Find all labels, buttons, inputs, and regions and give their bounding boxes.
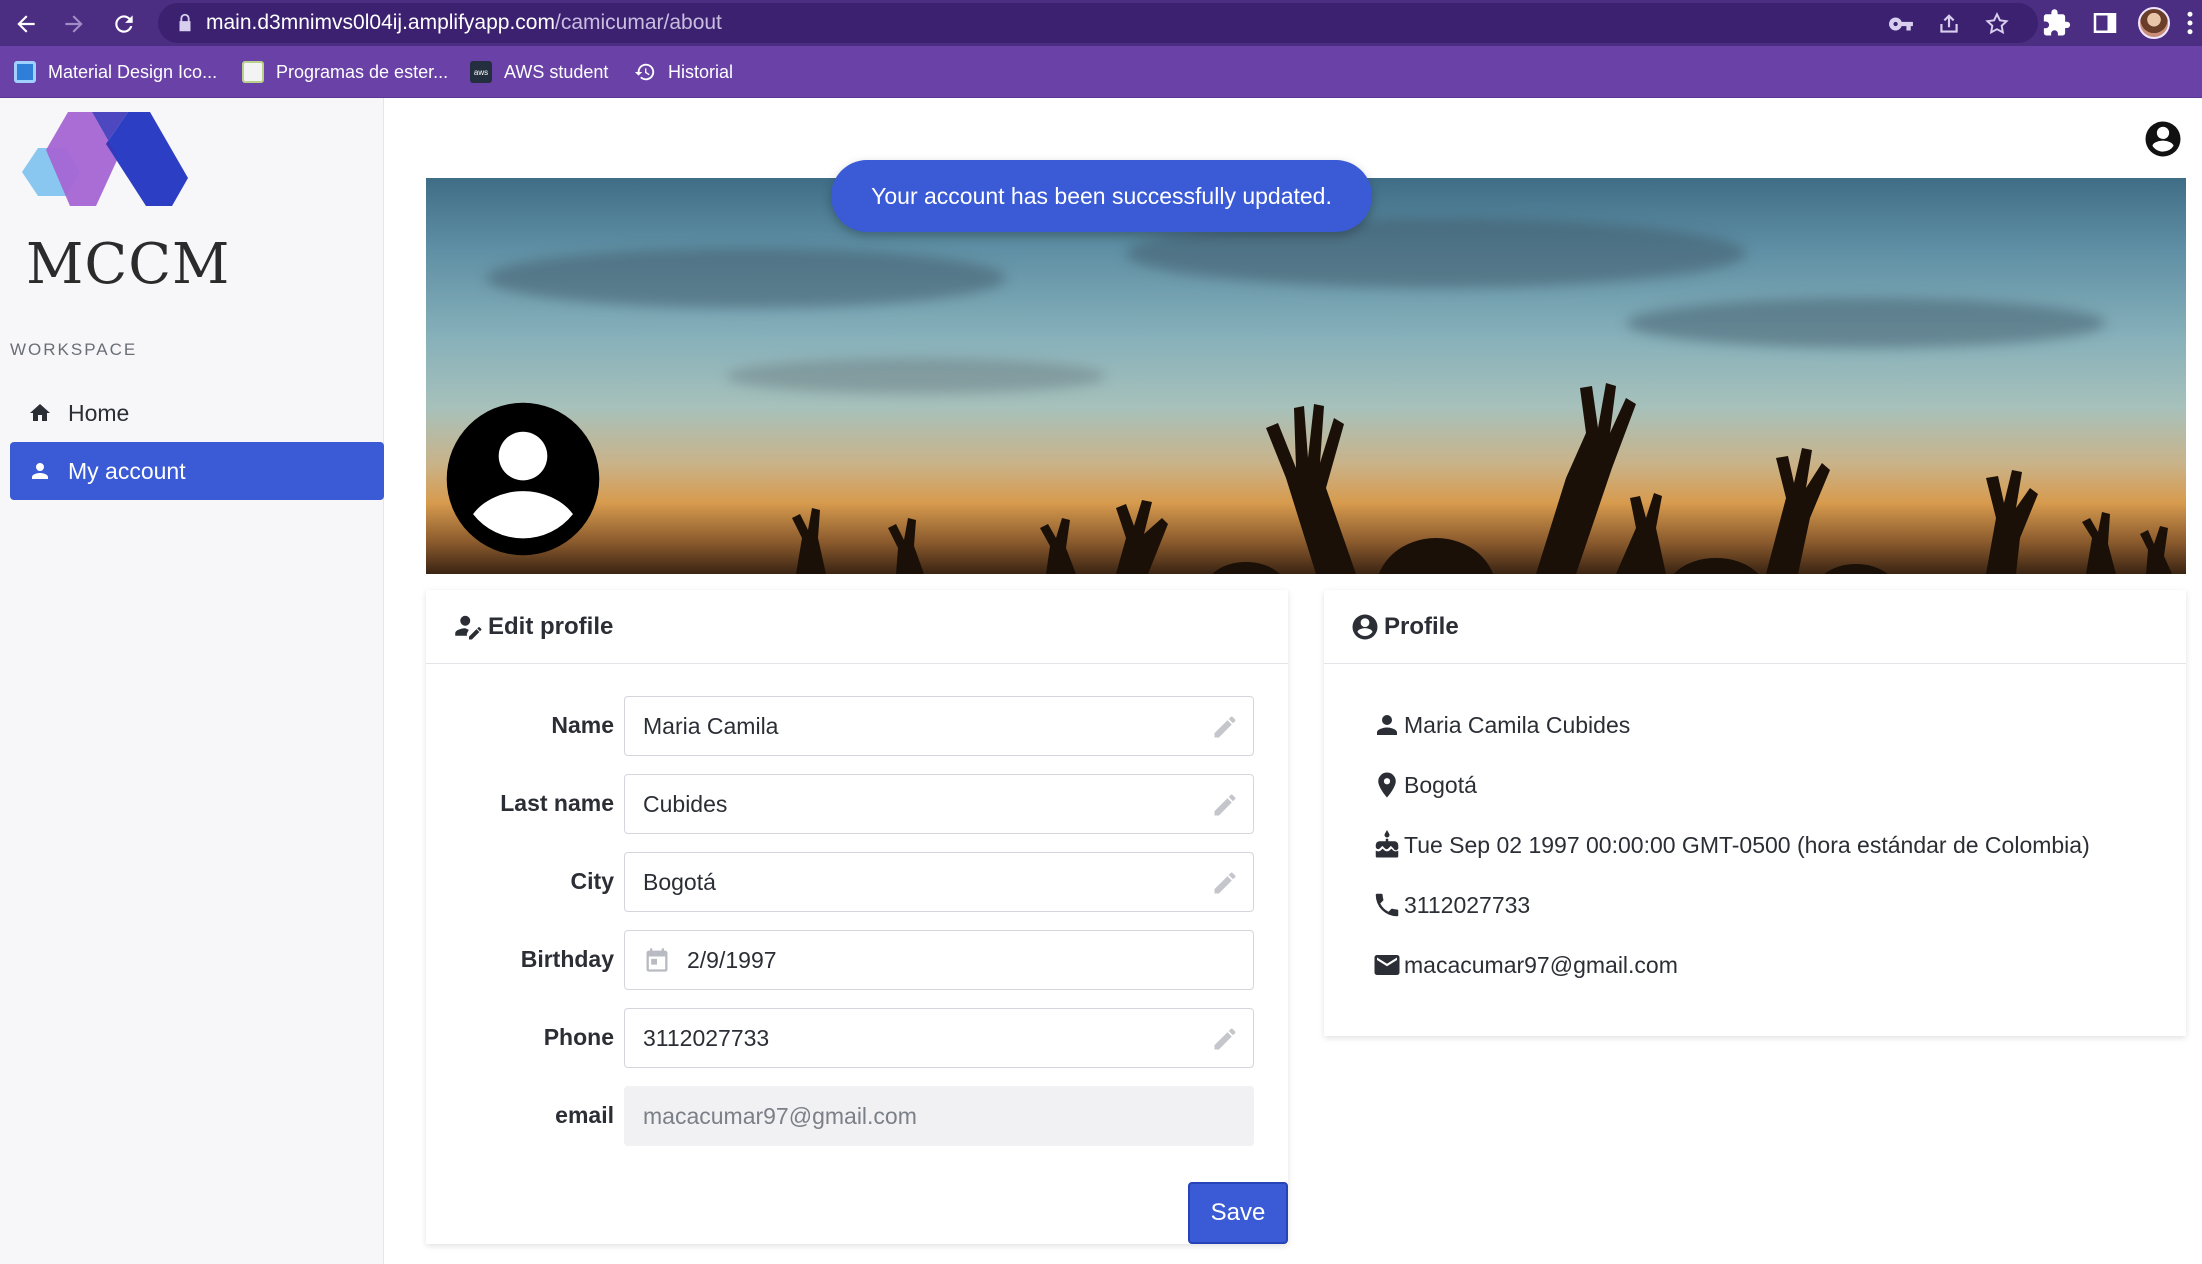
brand-logo bbox=[22, 112, 188, 206]
reload-button[interactable] bbox=[106, 6, 142, 42]
profile-email-row: macacumar97@gmail.com bbox=[1372, 950, 1678, 980]
cake-icon bbox=[1375, 830, 1399, 858]
profile-city-row: Bogotá bbox=[1372, 770, 1477, 800]
home-icon bbox=[30, 404, 50, 421]
profile-city: Bogotá bbox=[1404, 771, 1477, 798]
bookmark-label: Material Design Ico... bbox=[48, 61, 218, 82]
email-field: macacumar97@gmail.com bbox=[624, 1086, 1254, 1146]
profile-birthday: Tue Sep 02 1997 00:00:00 GMT-0500 (hora … bbox=[1404, 831, 2090, 858]
extensions-icon[interactable] bbox=[2042, 8, 2072, 38]
calendar-icon[interactable] bbox=[643, 946, 671, 974]
workspace-section-label: WORKSPACE bbox=[10, 340, 138, 359]
birthday-label: Birthday bbox=[520, 946, 614, 972]
account-circle-icon[interactable] bbox=[2142, 118, 2184, 160]
sidebar-item-home[interactable]: Home bbox=[10, 384, 384, 442]
city-field[interactable]: Bogotá bbox=[624, 852, 1254, 912]
arrow-left-icon bbox=[17, 15, 35, 33]
pencil-icon bbox=[1214, 716, 1236, 738]
pencil-icon bbox=[1214, 794, 1236, 816]
profile-title: Profile bbox=[1384, 612, 1459, 640]
profile-phone: 3112027733 bbox=[1404, 891, 1531, 918]
phone-label: Phone bbox=[543, 1024, 614, 1050]
lock-icon bbox=[179, 13, 191, 32]
email-label: email bbox=[555, 1102, 614, 1128]
share-icon[interactable] bbox=[1936, 11, 1962, 37]
person-icon bbox=[32, 463, 48, 479]
history-icon bbox=[634, 63, 655, 81]
bookmarks-bar: Material Design Ico... Programas de este… bbox=[0, 46, 2202, 98]
bookmark-aws[interactable]: aws AWS student bbox=[470, 58, 608, 86]
birthday-field[interactable]: 2/9/1997 bbox=[624, 930, 1254, 990]
location-pin-icon bbox=[1378, 772, 1396, 798]
sidebar-item-my-account[interactable]: My account bbox=[10, 442, 384, 500]
name-value: Maria Camila bbox=[643, 712, 779, 739]
success-toast: Your account has been successfully updat… bbox=[831, 160, 1372, 232]
save-button[interactable]: Save bbox=[1188, 1182, 1288, 1244]
profile-birthday-row: Tue Sep 02 1997 00:00:00 GMT-0500 (hora … bbox=[1372, 830, 2090, 860]
phone-value: 3112027733 bbox=[643, 1024, 770, 1051]
url-host: main.d3mnimvs0l04ij.amplifyapp.com bbox=[206, 11, 555, 34]
raised-hands-silhouette bbox=[792, 383, 2172, 574]
profile-phone-row: 3112027733 bbox=[1372, 890, 1530, 920]
profile-name-row: Maria Camila Cubides bbox=[1372, 710, 1630, 740]
pencil-icon bbox=[1214, 872, 1236, 894]
mail-icon bbox=[1374, 955, 1400, 975]
bookmark-historial[interactable]: Historial bbox=[634, 58, 733, 86]
menu-dots-icon[interactable] bbox=[2180, 8, 2200, 38]
chrome-profile-avatar[interactable] bbox=[2138, 7, 2170, 39]
profile-avatar-icon[interactable] bbox=[442, 398, 604, 560]
person-icon bbox=[1377, 715, 1397, 735]
url-text: main.d3mnimvs0l04ij.amplifyapp.com/camic… bbox=[206, 11, 722, 35]
name-field[interactable]: Maria Camila bbox=[624, 696, 1254, 756]
bookmark-label: Programas de ester... bbox=[276, 61, 449, 82]
browser-toolbar: main.d3mnimvs0l04ij.amplifyapp.com/camic… bbox=[0, 0, 2202, 46]
profile-cover-image bbox=[426, 178, 2186, 574]
sidebar-item-label: My account bbox=[68, 457, 186, 484]
edit-profile-header: Edit profile bbox=[426, 590, 1288, 664]
forward-button[interactable] bbox=[56, 6, 92, 42]
profile-full-name: Maria Camila Cubides bbox=[1404, 711, 1631, 738]
star-icon[interactable] bbox=[1984, 11, 2010, 37]
email-value: macacumar97@gmail.com bbox=[643, 1102, 917, 1129]
material-design-icon bbox=[14, 61, 36, 83]
url-path: /camicumar/about bbox=[554, 11, 722, 34]
reload-icon bbox=[115, 15, 133, 33]
last-name-value: Cubides bbox=[643, 790, 728, 817]
pencil-icon bbox=[1214, 1028, 1236, 1050]
brand-name: MCCM bbox=[26, 232, 231, 297]
bookmark-label: Historial bbox=[668, 61, 734, 82]
bookmark-programas[interactable]: Programas de ester... bbox=[242, 58, 448, 86]
bookmark-material-design[interactable]: Material Design Ico... bbox=[14, 58, 217, 86]
name-label: Name bbox=[551, 712, 614, 738]
birthday-value: 2/9/1997 bbox=[687, 946, 777, 973]
bookmark-label: AWS student bbox=[504, 61, 609, 82]
last-name-field[interactable]: Cubides bbox=[624, 774, 1254, 834]
person-edit-icon bbox=[455, 615, 482, 639]
profile-card: Profile Maria Camila Cubides Bogotá Tue … bbox=[1324, 590, 2186, 1036]
profile-email: macacumar97@gmail.com bbox=[1404, 951, 1678, 978]
aws-icon: aws bbox=[470, 61, 492, 83]
last-name-label: Last name bbox=[500, 790, 614, 816]
sidebar-item-label: Home bbox=[68, 399, 130, 426]
key-icon[interactable] bbox=[1888, 11, 1914, 37]
phone-icon bbox=[1375, 893, 1399, 917]
address-bar[interactable]: main.d3mnimvs0l04ij.amplifyapp.com/camic… bbox=[158, 3, 2038, 43]
account-circle-icon bbox=[1352, 614, 1378, 639]
edit-profile-card: Edit profile Name Maria Camila Last name… bbox=[426, 590, 1288, 1244]
city-value: Bogotá bbox=[643, 868, 716, 895]
back-button[interactable] bbox=[8, 6, 44, 42]
city-label: City bbox=[570, 868, 614, 894]
edit-profile-title: Edit profile bbox=[488, 612, 614, 640]
globe-favicon bbox=[242, 61, 264, 83]
arrow-right-icon bbox=[65, 15, 83, 33]
side-panel-icon[interactable] bbox=[2090, 8, 2120, 38]
phone-field[interactable]: 3112027733 bbox=[624, 1008, 1254, 1068]
profile-header: Profile bbox=[1324, 590, 2186, 664]
